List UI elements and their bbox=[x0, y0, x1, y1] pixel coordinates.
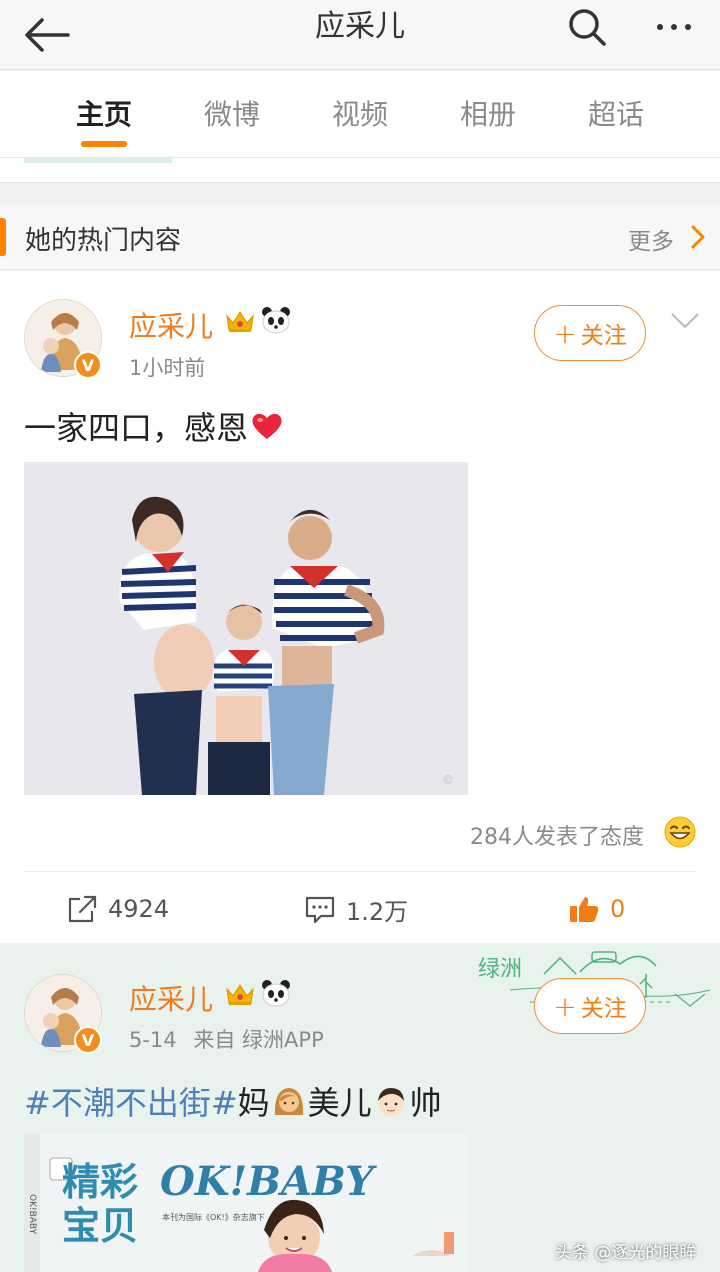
post-card: 绿洲 V 应采儿 5-14 来自 绿洲APP + 关注 #不潮不出街#妈 美儿 … bbox=[0, 944, 720, 1272]
post-username[interactable]: 应采儿 bbox=[129, 978, 213, 1018]
plus-icon: + bbox=[553, 316, 577, 350]
more-link[interactable]: 更多 bbox=[628, 222, 674, 256]
more-dots-icon bbox=[657, 24, 663, 30]
tab-video[interactable]: 视频 bbox=[315, 93, 405, 133]
post-photo[interactable]: OK!BABY 本刊为国际《OK!》杂志旗下 精彩宝贝 OK!BABY bbox=[24, 1134, 468, 1272]
repost-count: 4924 bbox=[108, 895, 170, 923]
tab-supertopic[interactable]: 超话 bbox=[571, 93, 661, 133]
plus-icon: + bbox=[553, 989, 577, 1023]
tab-home[interactable]: 主页 bbox=[59, 93, 149, 133]
post-photo[interactable]: © bbox=[24, 462, 468, 795]
page-title: 应采儿 bbox=[315, 9, 405, 44]
comment-count: 1.2万 bbox=[346, 897, 409, 926]
tab-album[interactable]: 相册 bbox=[443, 93, 533, 133]
svg-text:OK!BABY: OK!BABY bbox=[27, 1194, 37, 1235]
magazine-title-text: 精彩宝贝 bbox=[62, 1159, 139, 1248]
oasis-label: 绿洲 bbox=[478, 957, 522, 982]
verified-badge: V bbox=[74, 1026, 102, 1054]
like-button[interactable]: 0 bbox=[568, 891, 625, 927]
chevron-right-icon[interactable] bbox=[688, 224, 708, 250]
chevron-down-icon[interactable] bbox=[670, 311, 700, 331]
crown-icon bbox=[226, 311, 254, 332]
boy-emoji-icon bbox=[377, 1088, 404, 1116]
active-tab-indicator bbox=[81, 141, 127, 147]
hot-content-header: 她的热门内容 更多 bbox=[0, 204, 720, 270]
follow-button[interactable]: + 关注 bbox=[534, 305, 646, 361]
post-time: 5-14 bbox=[129, 1028, 177, 1052]
woman-emoji-icon bbox=[274, 1088, 303, 1115]
post-card: V 应采儿 1小时前 + 关注 一家四口，感恩 © 284人发表了态度 4924… bbox=[0, 271, 720, 943]
strip-accent bbox=[24, 158, 172, 163]
post-text-part: 妈 bbox=[237, 1084, 270, 1122]
panda-icon bbox=[262, 307, 290, 334]
like-count: 0 bbox=[610, 895, 626, 923]
follow-button[interactable]: + 关注 bbox=[534, 978, 646, 1034]
follow-label: 关注 bbox=[580, 996, 627, 1022]
section-marker bbox=[0, 218, 6, 256]
comment-button[interactable]: 1.2万 bbox=[304, 891, 408, 927]
more-button[interactable] bbox=[646, 2, 702, 52]
heart-icon bbox=[252, 413, 282, 439]
title-bar: 应采儿 bbox=[0, 0, 720, 70]
search-button[interactable] bbox=[562, 2, 612, 52]
post-meta: 5-14 来自 绿洲APP bbox=[129, 1024, 324, 1054]
watermark: 头条 @逐光的眼眸 bbox=[555, 1243, 697, 1263]
crown-icon bbox=[226, 984, 254, 1005]
post-source[interactable]: 来自 绿洲APP bbox=[193, 1028, 323, 1052]
comment-icon bbox=[305, 896, 335, 924]
hashtag-link[interactable]: #不潮不出街# bbox=[24, 1084, 238, 1122]
svg-text:©: © bbox=[442, 773, 454, 787]
post-username[interactable]: 应采儿 bbox=[129, 305, 213, 345]
post-text-content: 一家四口，感恩 bbox=[24, 409, 249, 447]
laugh-emoji-icon[interactable] bbox=[664, 816, 696, 848]
tab-weibo[interactable]: 微博 bbox=[187, 93, 277, 133]
post-text: 一家四口，感恩 bbox=[24, 403, 284, 449]
share-icon bbox=[68, 895, 97, 923]
panda-icon bbox=[262, 980, 290, 1007]
svg-text:本刊为国际《OK!》杂志旗下: 本刊为国际《OK!》杂志旗下 bbox=[162, 1212, 265, 1222]
post-text-part: 美儿 bbox=[307, 1084, 372, 1122]
post-text: #不潮不出街#妈 美儿 帅 bbox=[24, 1078, 442, 1124]
post-time: 1小时前 bbox=[129, 356, 206, 380]
magazine-brand-text: OK!BABY bbox=[160, 1158, 374, 1205]
actions-divider bbox=[24, 871, 696, 872]
follow-label: 关注 bbox=[580, 323, 627, 349]
section-title: 她的热门内容 bbox=[25, 226, 182, 256]
post-text-part: 帅 bbox=[409, 1084, 442, 1122]
search-icon bbox=[569, 9, 606, 46]
thumbs-up-icon bbox=[570, 897, 599, 922]
repost-button[interactable]: 4924 bbox=[66, 891, 169, 927]
family-photo-image: © bbox=[24, 462, 468, 795]
reaction-summary[interactable]: 284人发表了态度 bbox=[470, 819, 644, 851]
verified-badge: V bbox=[74, 351, 102, 379]
